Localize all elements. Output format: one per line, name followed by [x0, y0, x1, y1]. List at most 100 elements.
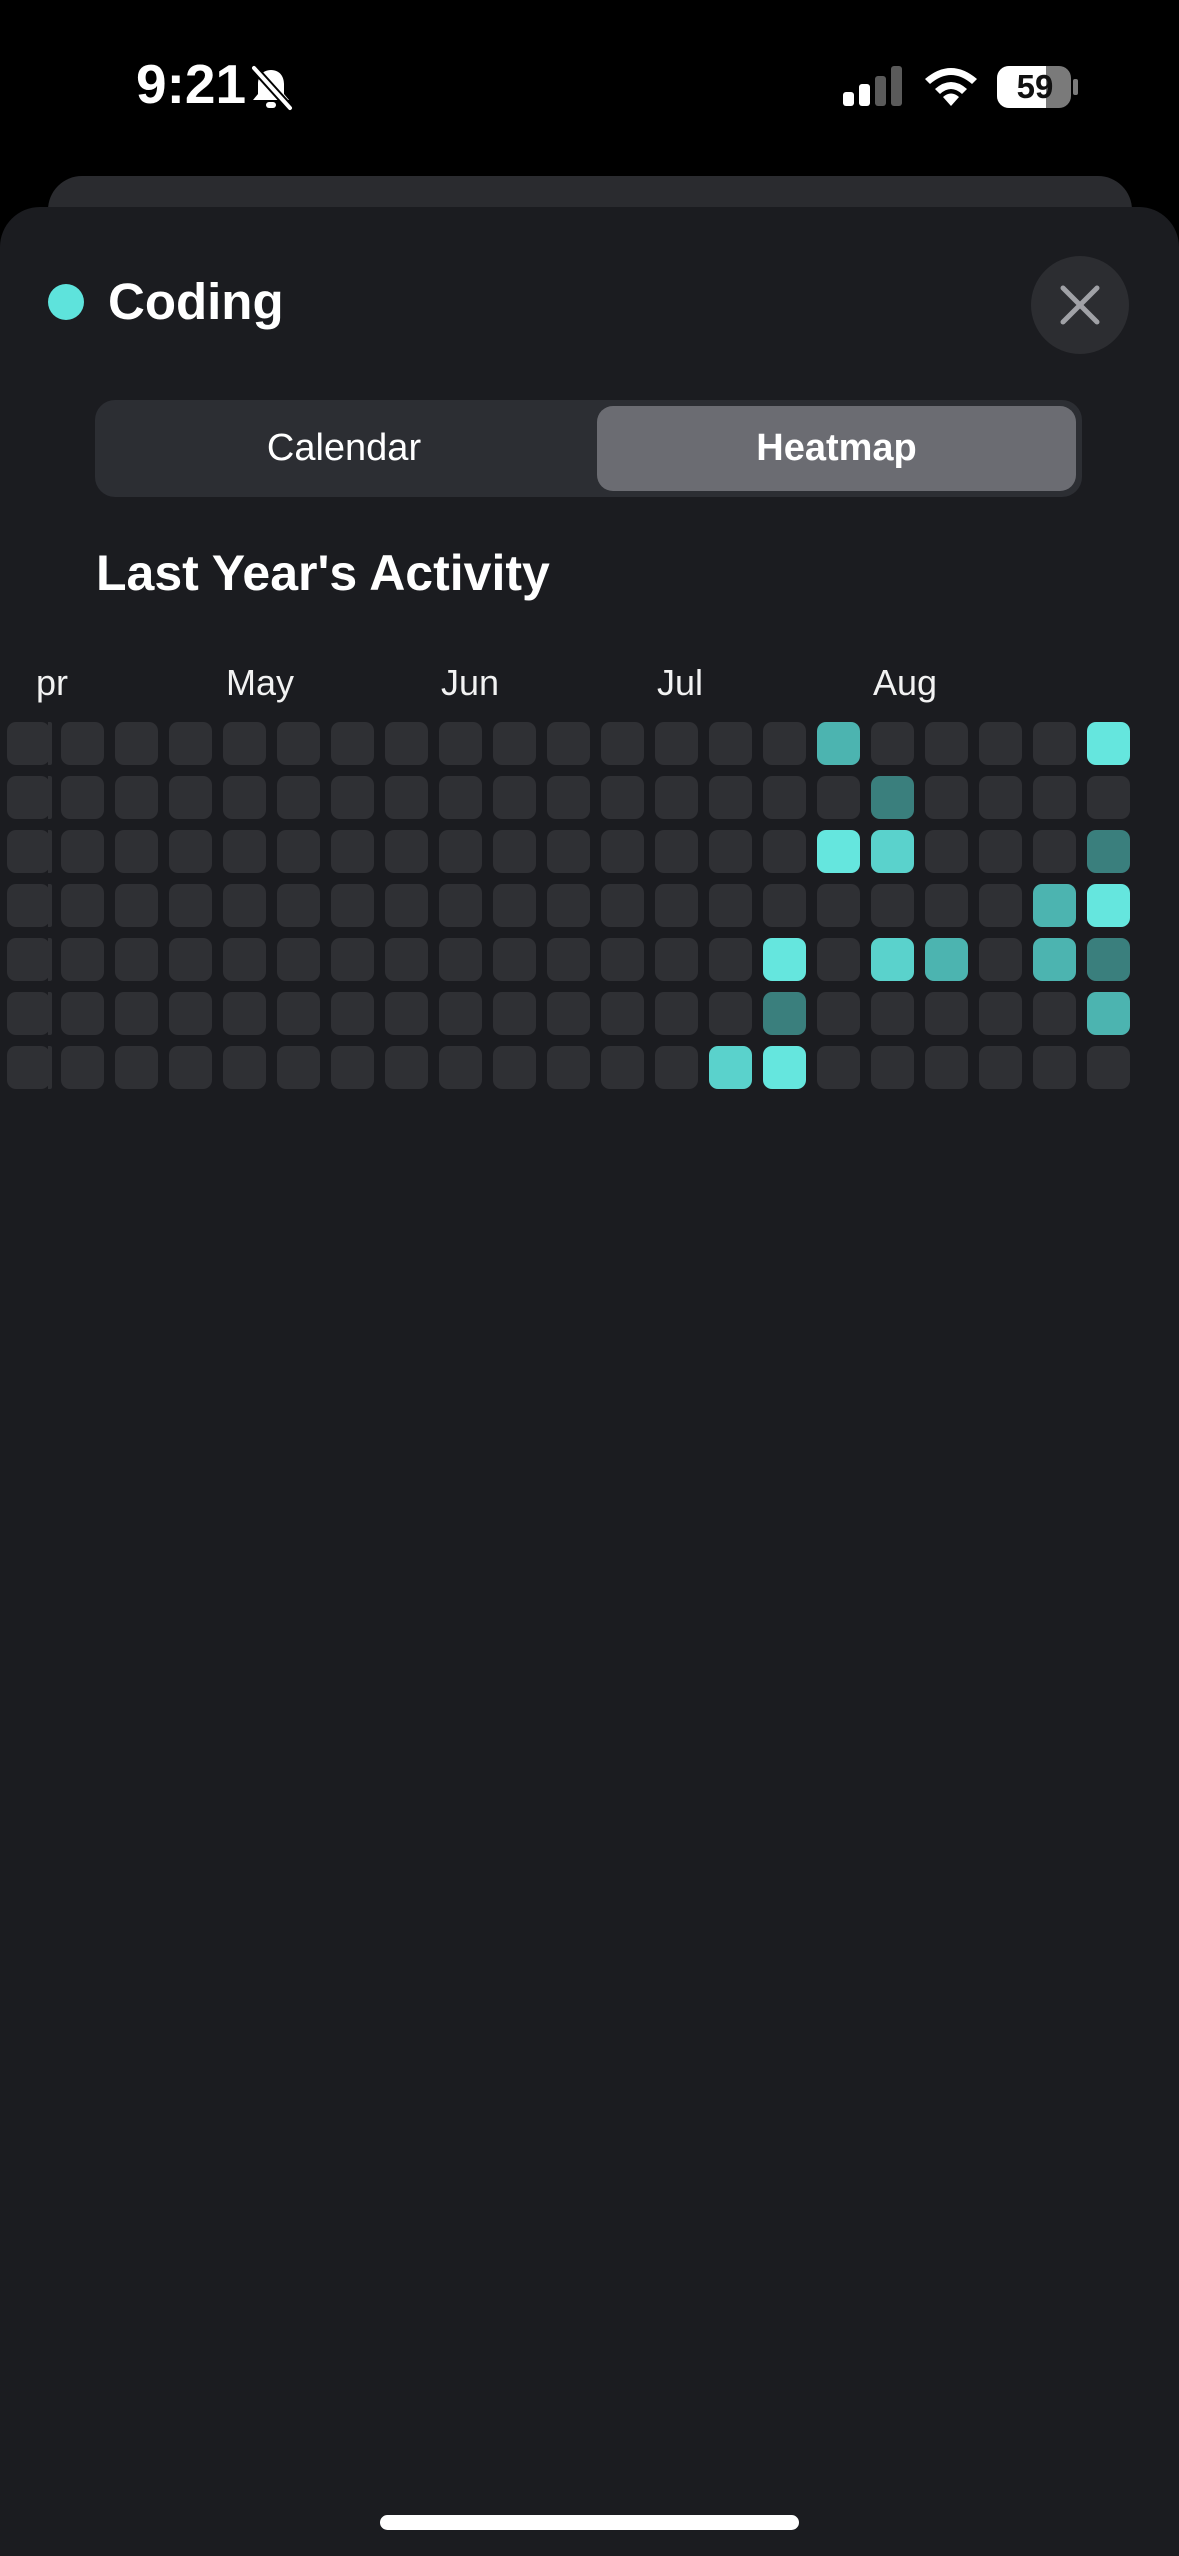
heatmap-cell[interactable]: [169, 830, 212, 873]
heatmap-cell[interactable]: [871, 830, 914, 873]
segment-calendar[interactable]: Calendar: [101, 406, 587, 491]
heatmap-cell[interactable]: [709, 722, 752, 765]
heatmap-cell[interactable]: [331, 992, 374, 1035]
heatmap-cell[interactable]: [925, 1046, 968, 1089]
heatmap-cell[interactable]: [493, 776, 536, 819]
heatmap-cell[interactable]: [925, 884, 968, 927]
heatmap-cell[interactable]: [979, 776, 1022, 819]
heatmap-cell[interactable]: [601, 884, 644, 927]
heatmap-cell[interactable]: [1033, 1046, 1076, 1089]
heatmap-cell[interactable]: [1087, 776, 1130, 819]
heatmap-cell[interactable]: [493, 830, 536, 873]
heatmap-cell[interactable]: [979, 1046, 1022, 1089]
heatmap-cell[interactable]: [601, 1046, 644, 1089]
heatmap-cell[interactable]: [169, 992, 212, 1035]
heatmap-cell[interactable]: [61, 884, 104, 927]
heatmap-cell[interactable]: [709, 884, 752, 927]
heatmap-cell[interactable]: [979, 884, 1022, 927]
heatmap-cell[interactable]: [979, 722, 1022, 765]
heatmap-cell[interactable]: [979, 830, 1022, 873]
heatmap-cell[interactable]: [871, 884, 914, 927]
heatmap-cell[interactable]: [385, 1046, 428, 1089]
activity-heatmap[interactable]: pr May Jun Jul Aug: [0, 650, 1179, 1100]
heatmap-cell[interactable]: [817, 938, 860, 981]
heatmap-cell[interactable]: [1033, 830, 1076, 873]
heatmap-cell[interactable]: [925, 722, 968, 765]
heatmap-cell[interactable]: [7, 776, 50, 819]
heatmap-cell[interactable]: [169, 1046, 212, 1089]
heatmap-cell[interactable]: [115, 938, 158, 981]
heatmap-cell[interactable]: [655, 992, 698, 1035]
heatmap-cell[interactable]: [169, 722, 212, 765]
heatmap-cell[interactable]: [655, 776, 698, 819]
heatmap-cell[interactable]: [763, 776, 806, 819]
heatmap-cell[interactable]: [547, 884, 590, 927]
heatmap-cell[interactable]: [7, 938, 50, 981]
heatmap-cell[interactable]: [493, 938, 536, 981]
heatmap-cell[interactable]: [817, 776, 860, 819]
heatmap-cell[interactable]: [601, 830, 644, 873]
heatmap-cell[interactable]: [709, 776, 752, 819]
heatmap-cell[interactable]: [7, 884, 50, 927]
heatmap-cell[interactable]: [655, 722, 698, 765]
heatmap-cell[interactable]: [709, 992, 752, 1035]
heatmap-cell[interactable]: [979, 992, 1022, 1035]
heatmap-cell[interactable]: [439, 992, 482, 1035]
heatmap-cell[interactable]: [7, 830, 50, 873]
heatmap-cell[interactable]: [763, 1046, 806, 1089]
heatmap-cell[interactable]: [223, 884, 266, 927]
heatmap-cell[interactable]: [169, 884, 212, 927]
heatmap-cell[interactable]: [223, 1046, 266, 1089]
heatmap-cell[interactable]: [1087, 884, 1130, 927]
heatmap-cell[interactable]: [115, 776, 158, 819]
heatmap-cell[interactable]: [547, 938, 590, 981]
heatmap-cell[interactable]: [61, 722, 104, 765]
heatmap-cell[interactable]: [277, 938, 320, 981]
heatmap-cell[interactable]: [277, 992, 320, 1035]
heatmap-cell[interactable]: [61, 1046, 104, 1089]
heatmap-cell[interactable]: [871, 722, 914, 765]
heatmap-cell[interactable]: [763, 938, 806, 981]
heatmap-cell[interactable]: [763, 884, 806, 927]
heatmap-cell[interactable]: [61, 830, 104, 873]
heatmap-cell[interactable]: [547, 1046, 590, 1089]
heatmap-cell[interactable]: [169, 776, 212, 819]
heatmap-cell[interactable]: [709, 938, 752, 981]
heatmap-cell[interactable]: [385, 830, 428, 873]
heatmap-cell[interactable]: [223, 722, 266, 765]
heatmap-cell[interactable]: [817, 992, 860, 1035]
heatmap-cell[interactable]: [655, 938, 698, 981]
heatmap-cell[interactable]: [601, 722, 644, 765]
heatmap-cell[interactable]: [223, 830, 266, 873]
heatmap-cell[interactable]: [1087, 1046, 1130, 1089]
heatmap-cell[interactable]: [493, 992, 536, 1035]
heatmap-cell[interactable]: [385, 938, 428, 981]
heatmap-cell[interactable]: [655, 830, 698, 873]
heatmap-cell[interactable]: [871, 938, 914, 981]
heatmap-cell[interactable]: [223, 938, 266, 981]
heatmap-cell[interactable]: [547, 722, 590, 765]
heatmap-cell[interactable]: [655, 884, 698, 927]
heatmap-cell[interactable]: [115, 884, 158, 927]
heatmap-cell[interactable]: [493, 884, 536, 927]
heatmap-cell[interactable]: [331, 722, 374, 765]
heatmap-cell[interactable]: [763, 722, 806, 765]
heatmap-cell[interactable]: [547, 830, 590, 873]
heatmap-cell[interactable]: [115, 722, 158, 765]
heatmap-cell[interactable]: [277, 722, 320, 765]
heatmap-cell[interactable]: [385, 722, 428, 765]
heatmap-cell[interactable]: [655, 1046, 698, 1089]
heatmap-cell[interactable]: [439, 830, 482, 873]
heatmap-cell[interactable]: [1087, 992, 1130, 1035]
heatmap-cell[interactable]: [817, 722, 860, 765]
heatmap-cell[interactable]: [871, 776, 914, 819]
heatmap-cell[interactable]: [61, 992, 104, 1035]
heatmap-cell[interactable]: [331, 884, 374, 927]
heatmap-cell[interactable]: [1033, 776, 1076, 819]
heatmap-cell[interactable]: [439, 776, 482, 819]
heatmap-cell[interactable]: [493, 1046, 536, 1089]
heatmap-cell[interactable]: [709, 830, 752, 873]
heatmap-cell[interactable]: [925, 938, 968, 981]
heatmap-cell[interactable]: [331, 776, 374, 819]
heatmap-cell[interactable]: [169, 938, 212, 981]
